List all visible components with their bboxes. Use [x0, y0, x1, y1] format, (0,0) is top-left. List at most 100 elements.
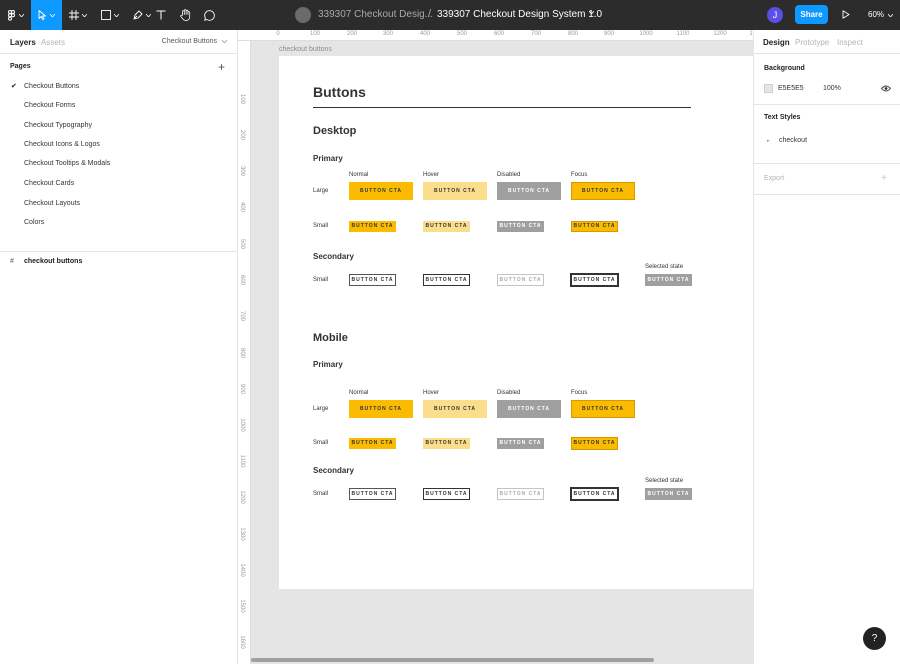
- zoom-menu[interactable]: 60%: [868, 10, 894, 19]
- current-page-label: Checkout Buttons: [161, 38, 218, 45]
- secondary-small-normal-button[interactable]: BUTTON CTA: [349, 488, 396, 500]
- desktop-primary-heading: Primary: [313, 154, 343, 163]
- file-title[interactable]: 339307 Checkout Design System 1.0: [437, 9, 602, 20]
- tab-design[interactable]: Design: [763, 38, 790, 47]
- primary-small-focus-button[interactable]: BUTTON CTA: [571, 221, 618, 232]
- chevron-down-icon: [221, 39, 228, 44]
- checkmark-icon: ✔: [11, 83, 17, 90]
- primary-small-disabled-button[interactable]: BUTTON CTA: [497, 221, 544, 232]
- current-page-select[interactable]: Checkout Buttons: [161, 38, 228, 45]
- ruler-tick: 800: [567, 31, 579, 37]
- primary-large-hover-button[interactable]: BUTTON CTA: [423, 182, 487, 200]
- secondary-small-disabled-button[interactable]: BUTTON CTA: [497, 488, 544, 500]
- background-hex-input[interactable]: E5E5E5: [778, 85, 804, 92]
- ruler-tick: 300: [382, 31, 394, 37]
- chevron-down-icon: [82, 13, 87, 17]
- page-item-checkout-buttons[interactable]: Checkout Buttons: [24, 83, 79, 90]
- page-item-checkout-forms[interactable]: Checkout Forms: [24, 102, 75, 109]
- primary-small-normal-button[interactable]: BUTTON CTA: [349, 438, 396, 449]
- state-label-normal: Normal: [349, 172, 369, 178]
- tab-prototype[interactable]: Prototype: [795, 38, 829, 47]
- text-style-checkout[interactable]: checkout: [779, 137, 807, 144]
- text-icon: [156, 10, 166, 20]
- text-tool-button[interactable]: [150, 0, 172, 30]
- ruler-tick: 300: [239, 165, 245, 177]
- primary-large-normal-button[interactable]: BUTTON CTA: [349, 182, 413, 200]
- page-item-checkout-layouts[interactable]: Checkout Layouts: [24, 200, 80, 207]
- pen-icon: [133, 10, 143, 20]
- page-item-checkout-icons-logos[interactable]: Checkout Icons & Logos: [24, 141, 100, 148]
- main-menu-button[interactable]: [0, 0, 31, 30]
- pages-heading: Pages: [10, 63, 31, 70]
- page-item-checkout-cards[interactable]: Checkout Cards: [24, 180, 74, 187]
- horizontal-scrollbar[interactable]: [251, 658, 654, 662]
- secondary-small-hover-button[interactable]: BUTTON CTA: [423, 488, 470, 500]
- hand-tool-button[interactable]: [174, 0, 196, 30]
- project-title[interactable]: 339307 Checkout Desig...: [318, 9, 433, 20]
- ruler-tick: 1100: [676, 31, 690, 37]
- secondary-small-disabled-button[interactable]: BUTTON CTA: [497, 274, 544, 286]
- state-label-hover: Hover: [423, 172, 440, 178]
- page-item-colors[interactable]: Colors: [24, 219, 44, 226]
- secondary-small-selected-button[interactable]: BUTTON CTA: [645, 274, 692, 286]
- primary-small-hover-button[interactable]: BUTTON CTA: [423, 221, 470, 232]
- add-export-icon[interactable]: +: [881, 173, 887, 184]
- secondary-small-focus-button[interactable]: BUTTON CTA: [570, 273, 619, 287]
- ruler-tick: 1000: [239, 418, 245, 432]
- divider: [754, 104, 900, 105]
- canvas[interactable]: checkout buttons Buttons Desktop Primary…: [251, 41, 753, 664]
- frame-checkout-buttons[interactable]: Buttons Desktop Primary Normal Hover Dis…: [279, 56, 753, 589]
- chevron-down-icon: [50, 13, 55, 17]
- tab-layers[interactable]: Layers: [10, 38, 36, 47]
- ruler-tick: 1300: [239, 527, 245, 541]
- layer-item-checkout-buttons[interactable]: checkout buttons: [24, 258, 82, 265]
- secondary-small-focus-button[interactable]: BUTTON CTA: [570, 487, 619, 501]
- left-panel: Layers Assets Checkout Buttons Pages + ✔…: [0, 30, 238, 664]
- background-color-swatch[interactable]: [764, 84, 773, 93]
- rectangle-icon: [101, 10, 111, 20]
- move-tool-button[interactable]: [31, 0, 62, 30]
- primary-large-hover-button[interactable]: BUTTON CTA: [423, 400, 487, 418]
- ruler-tick: 1100: [239, 454, 245, 468]
- background-opacity-input[interactable]: 100%: [823, 85, 841, 92]
- mobile-heading: Mobile: [313, 332, 348, 344]
- primary-large-focus-button[interactable]: BUTTON CTA: [571, 400, 635, 418]
- ruler-tick: 800: [239, 347, 245, 359]
- primary-small-disabled-button[interactable]: BUTTON CTA: [497, 438, 544, 449]
- size-label-small: Small: [313, 440, 329, 446]
- primary-large-normal-button[interactable]: BUTTON CTA: [349, 400, 413, 418]
- divider: [754, 163, 900, 164]
- primary-small-normal-button[interactable]: BUTTON CTA: [349, 221, 396, 232]
- frame-tool-button[interactable]: [62, 0, 94, 30]
- help-button[interactable]: ?: [863, 627, 886, 650]
- primary-large-disabled-button[interactable]: BUTTON CTA: [497, 182, 561, 200]
- file-menu-chevron-icon[interactable]: [589, 11, 594, 14]
- ruler-left: 100 200 300 400 500 600 700 800 900 1000…: [238, 41, 251, 664]
- page-item-checkout-typography[interactable]: Checkout Typography: [24, 122, 92, 129]
- secondary-small-hover-button[interactable]: BUTTON CTA: [423, 274, 470, 286]
- share-button[interactable]: Share: [795, 5, 828, 24]
- caret-right-icon[interactable]: ▸: [767, 138, 770, 144]
- ruler-tick: 400: [419, 31, 431, 37]
- comment-tool-button[interactable]: [198, 0, 220, 30]
- secondary-small-selected-button[interactable]: BUTTON CTA: [645, 488, 692, 500]
- primary-large-focus-button[interactable]: BUTTON CTA: [571, 182, 635, 200]
- secondary-small-normal-button[interactable]: BUTTON CTA: [349, 274, 396, 286]
- user-avatar[interactable]: J: [767, 7, 783, 23]
- size-label-large: Large: [313, 406, 329, 412]
- primary-small-hover-button[interactable]: BUTTON CTA: [423, 438, 470, 449]
- add-page-icon[interactable]: +: [218, 60, 225, 74]
- size-label-small: Small: [313, 491, 329, 497]
- page-item-checkout-tooltips-modals[interactable]: Checkout Tooltips & Modals: [24, 160, 110, 167]
- primary-small-focus-button[interactable]: BUTTON CTA: [571, 437, 618, 450]
- primary-large-disabled-button[interactable]: BUTTON CTA: [497, 400, 561, 418]
- frame-hash-icon: #: [10, 258, 14, 265]
- divider: [0, 251, 237, 252]
- tab-inspect[interactable]: Inspect: [837, 38, 863, 47]
- mobile-secondary-heading: Secondary: [313, 466, 354, 475]
- eye-icon[interactable]: [881, 85, 891, 92]
- frame-label[interactable]: checkout buttons: [279, 46, 332, 53]
- present-play-icon[interactable]: [842, 10, 850, 19]
- shape-tool-button[interactable]: [94, 0, 126, 30]
- tab-assets[interactable]: Assets: [41, 38, 65, 47]
